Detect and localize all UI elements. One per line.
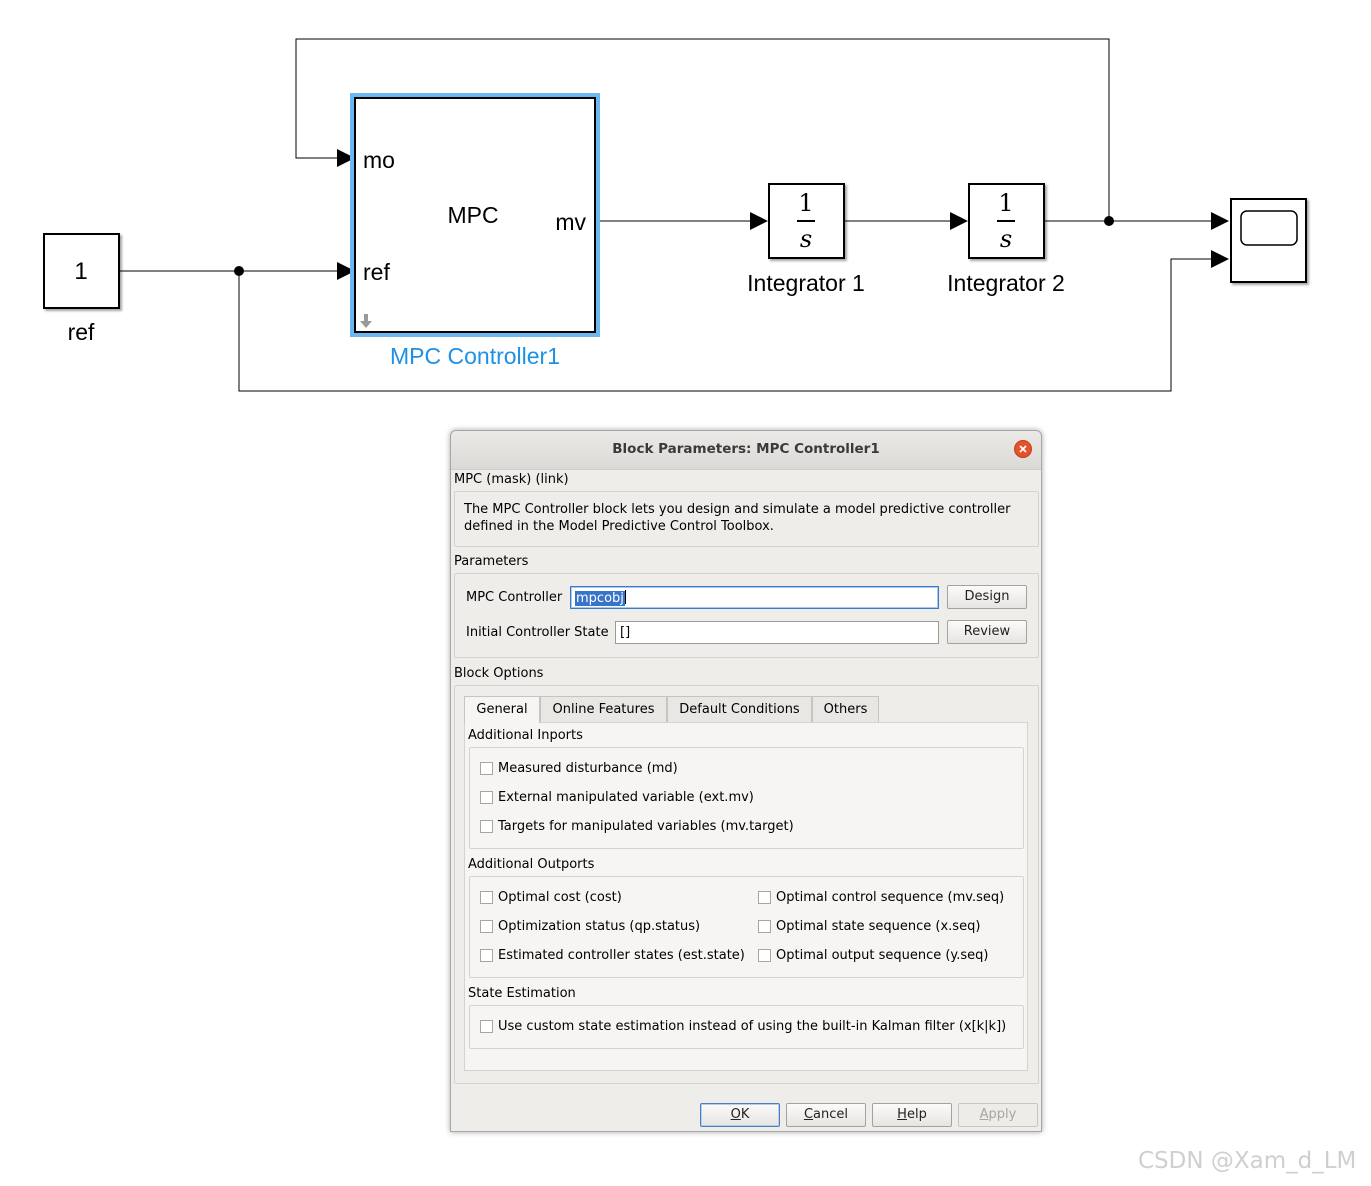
integrator-2-name: Integrator 2 — [947, 270, 1065, 296]
mpc-controller-label: MPC Controller — [466, 590, 563, 605]
checkbox-qp-status-label: Optimization status (qp.status) — [498, 919, 701, 934]
integrator-1-numerator: 1 — [798, 189, 813, 217]
checkbox-custom-state-estimation-label: Use custom state estimation instead of u… — [498, 1019, 1007, 1034]
ok-button-rest: K — [740, 1107, 750, 1122]
mpc-controller-input[interactable]: mpcobj — [570, 586, 939, 609]
review-button[interactable]: Review — [947, 620, 1027, 644]
checkbox-x-seq[interactable] — [758, 920, 771, 933]
block-options-label: Block Options — [454, 666, 544, 681]
ref-block-value: 1 — [74, 258, 87, 285]
checkbox-y-seq-label: Optimal output sequence (y.seq) — [776, 948, 989, 963]
description-line-2: defined in the Model Predictive Control … — [464, 519, 774, 534]
scope-block[interactable] — [1230, 198, 1307, 283]
tab-online-features[interactable]: Online Features — [540, 696, 667, 722]
additional-inports-label: Additional Inports — [468, 728, 583, 743]
mpc-block-name[interactable]: MPC Controller1 — [390, 343, 560, 369]
text-caret — [624, 590, 626, 604]
arrow-int1 — [750, 212, 768, 230]
checkbox-ext-mv[interactable] — [480, 791, 493, 804]
apply-mnemonic: A — [979, 1107, 989, 1122]
apply-button-rest: pply — [988, 1107, 1017, 1122]
cancel-mnemonic: C — [803, 1107, 814, 1122]
integrator-2-block[interactable]: 1 s Integrator 2 — [947, 183, 1065, 296]
checkbox-md-label: Measured disturbance (md) — [498, 761, 678, 776]
mpc-port-ref: ref — [363, 259, 390, 285]
simulink-diagram: 1 ref mo ref mv MPC MPC Controller1 1 s … — [43, 38, 1307, 392]
tab-default-conditions[interactable]: Default Conditions — [667, 696, 812, 722]
checkbox-x-seq-label: Optimal state sequence (x.seq) — [776, 919, 981, 934]
checkbox-est-state-label: Estimated controller states (est.state) — [498, 948, 745, 963]
state-estimation-label: State Estimation — [468, 986, 576, 1001]
checkbox-mv-target-label: Targets for manipulated variables (mv.ta… — [498, 819, 794, 834]
ref-constant-block[interactable]: 1 ref — [43, 233, 120, 345]
checkbox-cost[interactable] — [480, 891, 493, 904]
branch-point-ref — [234, 266, 244, 276]
initial-state-input[interactable]: [] — [615, 621, 939, 644]
checkbox-cost-label: Optimal cost (cost) — [498, 890, 622, 905]
close-button[interactable] — [1014, 440, 1032, 458]
description-line-1: The MPC Controller block lets you design… — [464, 502, 1011, 517]
close-icon — [1019, 445, 1027, 453]
mpc-port-mv: mv — [555, 209, 586, 235]
integrator-1-block[interactable]: 1 s Integrator 1 — [747, 183, 865, 296]
integrator-2-numerator: 1 — [998, 189, 1013, 217]
checkbox-mv-seq-label: Optimal control sequence (mv.seq) — [776, 890, 1005, 905]
help-mnemonic: H — [897, 1107, 907, 1122]
checkbox-est-state[interactable] — [480, 949, 493, 962]
mpc-controller-block[interactable]: mo ref mv MPC MPC Controller1 — [350, 93, 600, 369]
scope-icon — [1240, 210, 1298, 246]
mpc-block-title: MPC — [447, 202, 498, 228]
design-button[interactable]: Design — [947, 585, 1027, 609]
integrator-1-name: Integrator 1 — [747, 270, 865, 296]
tab-general[interactable]: General — [464, 696, 540, 723]
checkbox-qp-status[interactable] — [480, 920, 493, 933]
dialog-title: Block Parameters: MPC Controller1 — [612, 441, 880, 457]
help-button-rest: elp — [906, 1107, 927, 1122]
checkbox-custom-state-estimation[interactable] — [480, 1020, 493, 1033]
parameters-label: Parameters — [454, 554, 529, 569]
apply-button[interactable]: Apply — [958, 1103, 1038, 1127]
arrow-scope-in1 — [1211, 212, 1229, 230]
arrow-scope-in2 — [1211, 250, 1229, 268]
integrator-1-denominator: s — [800, 225, 812, 253]
initial-state-label: Initial Controller State — [466, 625, 609, 640]
checkbox-y-seq[interactable] — [758, 949, 771, 962]
checkbox-mv-target[interactable] — [480, 820, 493, 833]
additional-outports-label: Additional Outports — [468, 857, 595, 872]
arrow-int2 — [950, 212, 968, 230]
tab-others[interactable]: Others — [812, 696, 879, 722]
watermark-text: CSDN @Xam_d_LM — [1138, 1148, 1357, 1174]
checkbox-ext-mv-label: External manipulated variable (ext.mv) — [498, 790, 754, 805]
mpc-controller-value: mpcobj — [575, 591, 625, 606]
signal-lines — [119, 38, 1212, 392]
help-button[interactable]: Help — [872, 1103, 952, 1127]
ref-block-name: ref — [68, 319, 95, 345]
integrator-2-denominator: s — [1000, 225, 1012, 253]
mpc-port-mo: mo — [363, 147, 395, 173]
dialog-titlebar[interactable]: Block Parameters: MPC Controller1 — [451, 431, 1041, 470]
checkbox-md[interactable] — [480, 762, 493, 775]
ok-button[interactable]: OK — [700, 1103, 780, 1127]
cancel-button-rest: ancel — [813, 1107, 849, 1122]
branch-point-output — [1104, 216, 1114, 226]
cancel-button[interactable]: Cancel — [786, 1103, 866, 1127]
ok-mnemonic: O — [730, 1107, 741, 1122]
checkbox-mv-seq[interactable] — [758, 891, 771, 904]
mask-type-label: MPC (mask) (link) — [454, 472, 569, 487]
